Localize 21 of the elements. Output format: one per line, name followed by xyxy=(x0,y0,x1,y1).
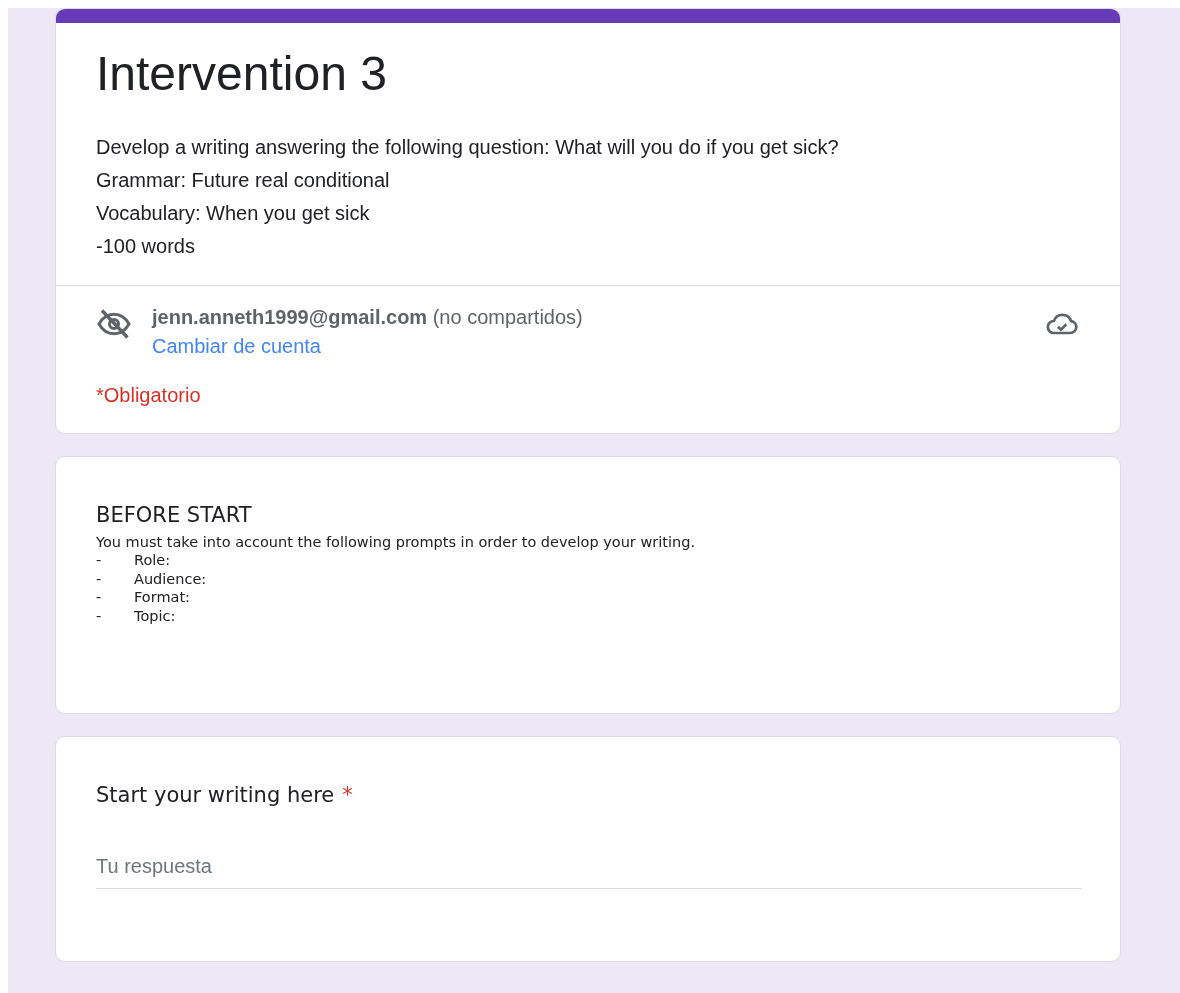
list-dash: - xyxy=(96,588,103,607)
question-title: Start your writing here xyxy=(96,782,335,809)
list-dash: - xyxy=(96,551,103,570)
description-line: -100 words xyxy=(96,234,196,259)
prompt-item: Audience: xyxy=(134,569,207,588)
required-note: *Obligatorio xyxy=(96,384,202,407)
description-line: Vocabulary: When you get sick xyxy=(96,201,371,226)
prompt-item: Role: xyxy=(134,551,171,570)
section-intro: You must take into account the following prompts in order to develop your writing. xyxy=(96,533,696,551)
list-dash: - xyxy=(96,569,103,588)
switch-account-link[interactable]: Cambiar de cuenta xyxy=(152,335,321,358)
list-dash: - xyxy=(96,606,103,625)
answer-field[interactable]: Tu respuesta xyxy=(96,849,1082,889)
form-title: Intervention 3 xyxy=(96,46,388,102)
section-title: BEFORE START xyxy=(96,502,253,529)
prompt-item: Topic: xyxy=(134,606,176,625)
prompt-item: Format: xyxy=(134,588,190,607)
required-asterisk: * xyxy=(342,782,353,809)
account-email: jenn.anneth1999@gmail.com (no compartidos) xyxy=(152,306,584,329)
description-line: Grammar: Future real conditional xyxy=(96,168,391,193)
description-line: Develop a writing answering the following question: What will you do if you get sick? xyxy=(96,135,840,160)
